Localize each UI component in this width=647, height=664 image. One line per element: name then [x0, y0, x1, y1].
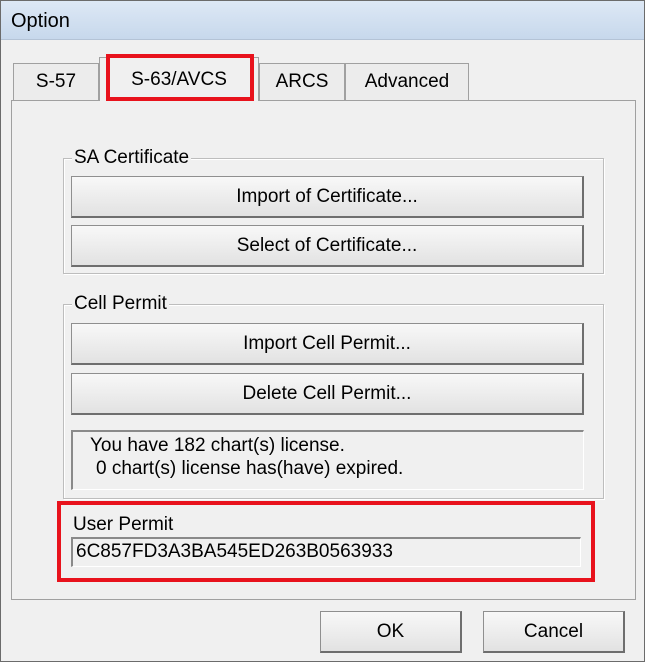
tab-s63-avcs[interactable]: S-63/AVCS	[99, 57, 259, 101]
tab-label: S-63/AVCS	[131, 68, 227, 90]
tab-label: Advanced	[364, 71, 450, 92]
cell-permit-label: Cell Permit	[72, 292, 169, 316]
select-certificate-button[interactable]: Select of Certificate...	[71, 225, 584, 267]
import-cell-permit-button[interactable]: Import Cell Permit...	[71, 323, 584, 365]
ok-button[interactable]: OK	[320, 611, 462, 653]
tab-label: S-57	[35, 71, 77, 92]
window-title: Option	[11, 10, 70, 32]
user-permit-field[interactable]: 6C857FD3A3BA545ED263B0563933	[71, 537, 581, 567]
user-permit-label: User Permit	[73, 514, 174, 535]
option-dialog: Option S-57 S-63/AVCS ARCS Advanced SA C…	[0, 0, 645, 662]
tab-arcs[interactable]: ARCS	[259, 63, 345, 100]
tab-panel-s63-avcs: SA Certificate Import of Certificate... …	[11, 100, 636, 600]
license-status-line: You have 182 chart(s) license.	[90, 435, 345, 456]
import-certificate-button[interactable]: Import of Certificate...	[71, 176, 584, 218]
title-bar[interactable]: Option	[1, 1, 644, 40]
delete-cell-permit-button[interactable]: Delete Cell Permit...	[71, 373, 584, 415]
tab-advanced[interactable]: Advanced	[345, 63, 469, 100]
tab-s57[interactable]: S-57	[13, 63, 99, 100]
license-status-box: You have 182 chart(s) license. 0 chart(s…	[71, 430, 584, 490]
license-expired-line: 0 chart(s) license has(have) expired.	[96, 458, 404, 479]
tab-label: ARCS	[275, 71, 329, 92]
cancel-button[interactable]: Cancel	[483, 611, 625, 653]
sa-certificate-label: SA Certificate	[72, 146, 192, 170]
